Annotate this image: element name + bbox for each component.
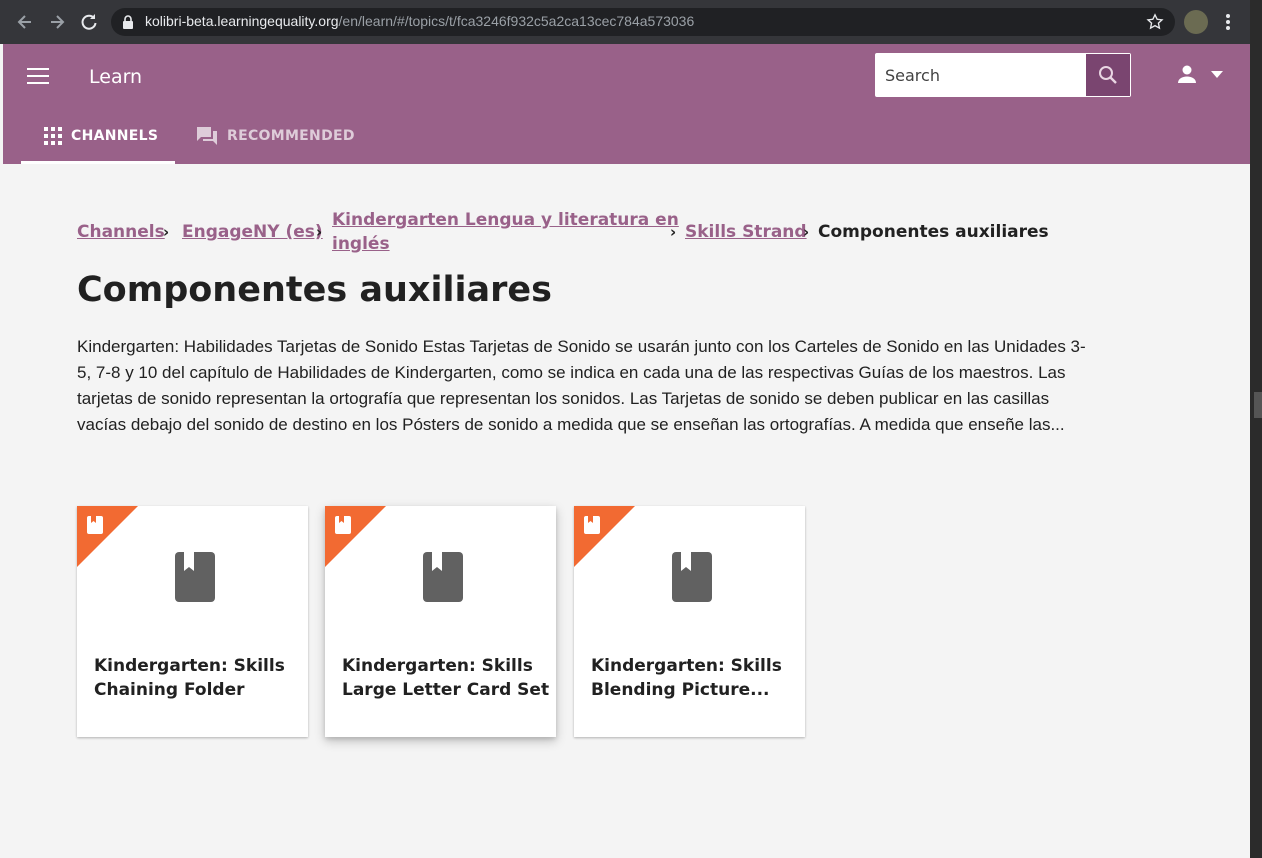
card-title: Kindergarten: Skills Chaining Folder [94, 656, 285, 700]
breadcrumb-link-engageny[interactable]: EngageNY (es) [182, 222, 323, 242]
hamburger-menu-icon[interactable] [27, 68, 49, 86]
page-title: Componentes auxiliares [77, 270, 552, 310]
browser-toolbar: kolibri-beta.learningequality.org/en/lea… [0, 0, 1262, 44]
user-menu-button[interactable] [1173, 62, 1231, 90]
search-button[interactable] [1086, 54, 1130, 96]
breadcrumb-current: Componentes auxiliares [818, 222, 1049, 242]
content-card[interactable]: Kindergarten: Skills Large Letter Card S… [325, 506, 556, 737]
url-text: kolibri-beta.learningequality.org/en/lea… [145, 13, 695, 29]
topic-description: Kindergarten: Habilidades Tarjetas de So… [77, 334, 1177, 438]
person-icon [1178, 65, 1196, 83]
description-line: vacías debajo del sonido de destino en l… [77, 415, 1065, 434]
breadcrumb-separator: › [803, 223, 810, 241]
search-icon [1099, 66, 1117, 84]
app-title: Learn [89, 66, 143, 88]
profile-avatar[interactable] [1184, 10, 1208, 34]
book-icon [175, 552, 215, 602]
tab-recommended-label: RECOMMENDED [227, 128, 355, 144]
book-icon [672, 552, 712, 602]
breadcrumb-link-kindergarten-lengua-line2[interactable]: inglés [332, 234, 390, 254]
window-edge [1250, 0, 1262, 858]
content-card[interactable]: Kindergarten: Skills Blending Picture... [574, 506, 805, 737]
bookmark-star-icon[interactable] [1146, 13, 1164, 31]
card-title: Kindergarten: Skills Blending Picture... [591, 656, 782, 700]
tab-recommended[interactable]: RECOMMENDED [195, 108, 375, 164]
back-arrow-icon[interactable] [15, 12, 35, 32]
description-line: 5, 7-8 y 10 del capítulo de Habilidades … [77, 363, 1066, 382]
breadcrumb-link-kindergarten-lengua-line1[interactable]: Kindergarten Lengua y literatura en [332, 210, 679, 230]
description-line: Kindergarten: Habilidades Tarjetas de So… [77, 337, 1086, 356]
reload-icon[interactable] [79, 12, 99, 32]
card-title: Kindergarten: Skills Large Letter Card S… [342, 656, 550, 700]
breadcrumb-link-skills-strand[interactable]: Skills Strand [685, 222, 807, 242]
search-box [875, 53, 1131, 97]
tab-channels[interactable]: CHANNELS [21, 108, 175, 164]
content-card[interactable]: Kindergarten: Skills Chaining Folder [77, 506, 308, 737]
breadcrumb-separator: › [163, 223, 170, 241]
breadcrumb-separator: › [316, 223, 323, 241]
main-content: Channels › EngageNY (es) › Kindergarten … [3, 164, 1250, 858]
lock-icon [123, 15, 133, 29]
apps-grid-icon [44, 127, 62, 145]
book-icon [335, 516, 351, 534]
breadcrumb-separator: › [670, 223, 677, 241]
breadcrumb-link-channels[interactable]: Channels [77, 222, 165, 242]
forward-arrow-icon[interactable] [47, 12, 67, 32]
search-input[interactable] [876, 54, 1088, 96]
forum-icon [197, 127, 217, 145]
app-bar: Learn CHANNELS [3, 44, 1250, 164]
tab-channels-label: CHANNELS [71, 128, 159, 144]
book-icon [584, 516, 600, 534]
book-icon [423, 552, 463, 602]
description-line: tarjetas de sonido representan la ortogr… [77, 389, 1050, 408]
more-vert-icon[interactable] [1222, 13, 1234, 31]
dropdown-caret-icon [1211, 71, 1223, 78]
book-icon [87, 516, 103, 534]
